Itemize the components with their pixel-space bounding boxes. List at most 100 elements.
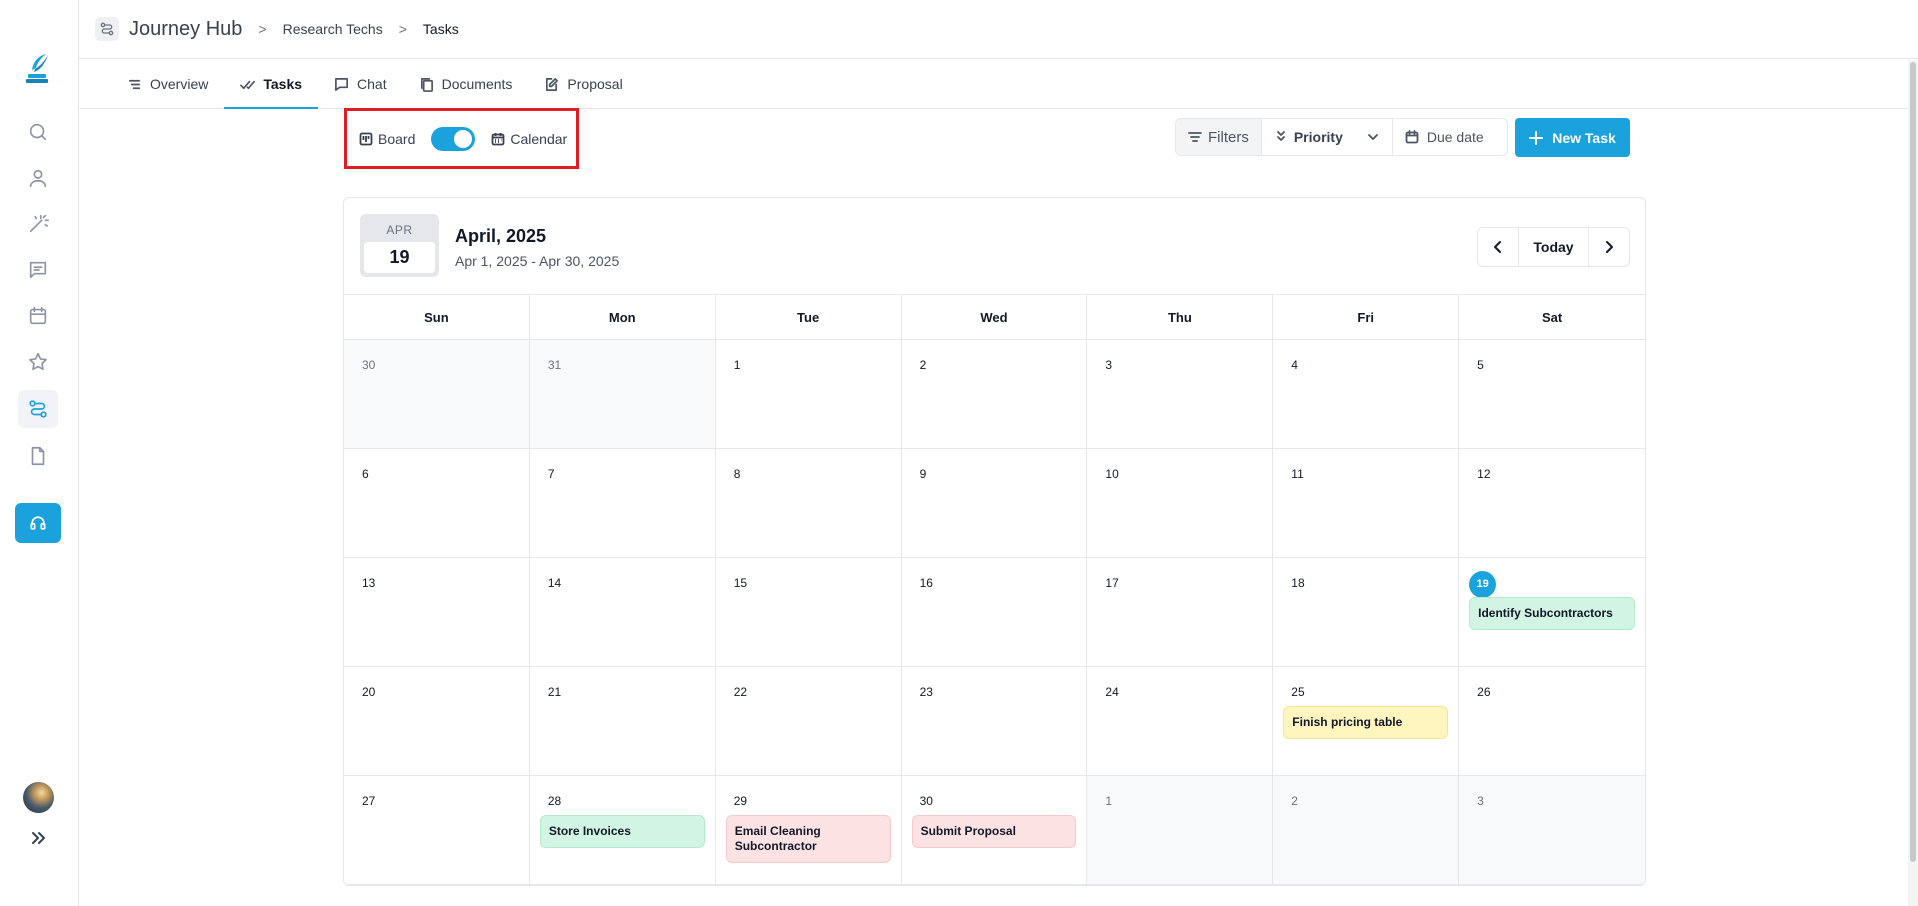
journey-icon[interactable] xyxy=(18,390,58,428)
calendar-day-cell[interactable]: 12 xyxy=(1459,449,1645,558)
day-number: 21 xyxy=(547,685,562,699)
today-day-number: 19 xyxy=(1469,571,1497,598)
task-event[interactable]: Finish pricing table xyxy=(1283,706,1449,739)
page-scrollbar[interactable] xyxy=(1908,60,1918,906)
scrollbar-thumb[interactable] xyxy=(1910,62,1916,862)
task-event[interactable]: Submit Proposal xyxy=(911,815,1077,848)
next-month-button[interactable] xyxy=(1589,228,1629,266)
day-number: 9 xyxy=(919,467,927,481)
calendar-day-cell[interactable]: 7 xyxy=(529,449,716,558)
calendar-day-cell[interactable]: 15 xyxy=(715,558,902,667)
calendar-day-cell[interactable]: 8 xyxy=(715,449,902,558)
calendar-day-cell[interactable]: 1 xyxy=(715,340,902,449)
calendar-day-cell[interactable]: 1 xyxy=(1087,776,1274,885)
expand-sidebar-icon[interactable] xyxy=(28,828,48,848)
calendar-day-cell[interactable]: 30 xyxy=(344,340,530,449)
tab-label: Proposal xyxy=(567,76,623,92)
tab-overview[interactable]: Overview xyxy=(111,60,224,108)
day-number: 1 xyxy=(733,358,741,372)
calendar-day-cell[interactable]: 23 xyxy=(901,667,1088,776)
calendar-day-cell[interactable]: 2 xyxy=(901,340,1088,449)
calendar-day-cell[interactable]: 10 xyxy=(1087,449,1274,558)
calendar-day-cell[interactable]: 26 xyxy=(1459,667,1645,776)
calendar-day-cell[interactable]: 13 xyxy=(344,558,530,667)
calendar-day-cell[interactable]: 5 xyxy=(1459,340,1645,449)
today-button[interactable]: Today xyxy=(1518,228,1589,266)
calendar-day-cell[interactable]: 24 xyxy=(1087,667,1274,776)
day-number: 14 xyxy=(547,576,562,590)
due-date-button[interactable]: Due date xyxy=(1393,119,1507,155)
calendar-day-cell[interactable]: 30 Submit Proposal xyxy=(901,776,1088,885)
month-range: Apr 1, 2025 - Apr 30, 2025 xyxy=(455,253,620,269)
day-number: 31 xyxy=(547,358,562,372)
calendar-day-cell[interactable]: 2 xyxy=(1273,776,1460,885)
task-event[interactable]: Store Invoices xyxy=(539,815,705,848)
quill-logo-icon[interactable] xyxy=(24,52,52,84)
calendar-day-cell[interactable]: 20 xyxy=(344,667,530,776)
tab-proposal[interactable]: Proposal xyxy=(528,60,638,108)
view-switch-toggle[interactable] xyxy=(431,126,476,151)
calendar-panel: APR 19 April, 2025 Apr 1, 2025 - Apr 30,… xyxy=(343,197,1646,886)
journey-hub-icon xyxy=(95,17,119,41)
calendar-icon[interactable] xyxy=(18,297,58,335)
day-number: 16 xyxy=(919,576,933,590)
avatar[interactable] xyxy=(23,782,54,813)
calendar-day-cell[interactable]: 3 xyxy=(1087,340,1274,449)
month-title: April, 2025 xyxy=(455,226,547,246)
calendar-day-cell[interactable]: 11 xyxy=(1273,449,1460,558)
chat-icon xyxy=(335,77,348,91)
calendar-day-cell[interactable]: 6 xyxy=(344,449,530,558)
search-icon[interactable] xyxy=(18,113,58,151)
star-icon[interactable] xyxy=(18,343,58,381)
priority-label: Priority xyxy=(1293,129,1343,145)
new-task-label: New Task xyxy=(1552,129,1616,146)
calendar-day-cell[interactable]: 9 xyxy=(901,449,1088,558)
filters-button[interactable]: Filters xyxy=(1176,119,1262,155)
day-number: 26 xyxy=(1477,685,1491,699)
support-headset-icon[interactable] xyxy=(15,503,61,543)
calendar-day-cell[interactable]: 22 xyxy=(715,667,902,776)
document-icon[interactable] xyxy=(18,437,58,475)
edit-icon xyxy=(546,77,559,91)
weekday-sun: Sun xyxy=(344,295,530,339)
user-icon[interactable] xyxy=(18,159,58,197)
calendar-day-cell[interactable]: 29 Email Cleaning Subcontractor xyxy=(715,776,902,885)
calendar-icon xyxy=(491,132,505,145)
filter-icon xyxy=(1188,132,1202,142)
badge-day: 19 xyxy=(364,242,435,273)
tab-chat[interactable]: Chat xyxy=(318,60,403,108)
task-event[interactable]: Email Cleaning Subcontractor xyxy=(725,815,891,863)
new-task-button[interactable]: New Task xyxy=(1515,118,1630,157)
task-event[interactable]: Identify Subcontractors xyxy=(1469,597,1635,630)
day-number: 18 xyxy=(1291,576,1305,590)
calendar-day-cell[interactable]: 25 Finish pricing table xyxy=(1273,667,1460,776)
tab-documents[interactable]: Documents xyxy=(403,60,529,108)
app-title[interactable]: Journey Hub xyxy=(129,18,242,41)
calendar-day-cell[interactable]: 28 Store Invoices xyxy=(529,776,716,885)
calendar-day-cell[interactable]: 14 xyxy=(529,558,716,667)
priority-dropdown[interactable]: Priority xyxy=(1262,119,1393,155)
calendar-day-cell[interactable]: 4 xyxy=(1273,340,1460,449)
weekday-mon: Mon xyxy=(530,295,716,339)
calendar-day-cell[interactable]: 3 xyxy=(1459,776,1645,885)
magic-wand-icon[interactable] xyxy=(18,205,58,243)
day-number: 8 xyxy=(733,467,741,481)
calendar-day-cell[interactable]: 27 xyxy=(344,776,530,885)
tab-label: Overview xyxy=(150,76,209,92)
tab-tasks[interactable]: Tasks xyxy=(224,60,318,109)
calendar-view-option[interactable]: Calendar xyxy=(491,131,567,147)
message-icon[interactable] xyxy=(18,251,58,289)
calendar-day-cell[interactable]: 19 Identify Subcontractors xyxy=(1459,558,1645,667)
calendar-day-cell[interactable]: 17 xyxy=(1087,558,1274,667)
previous-month-button[interactable] xyxy=(1478,228,1518,266)
calendar-day-cell[interactable]: 16 xyxy=(901,558,1088,667)
calendar-day-cell[interactable]: 21 xyxy=(529,667,716,776)
breadcrumb-research-techs[interactable]: Research Techs xyxy=(283,21,383,37)
day-number: 11 xyxy=(1291,467,1304,481)
calendar-day-cell[interactable]: 31 xyxy=(529,340,716,449)
calendar-day-cell[interactable]: 18 xyxy=(1273,558,1460,667)
day-number: 12 xyxy=(1477,467,1491,481)
board-view-option[interactable]: Board xyxy=(359,131,415,147)
day-number: 13 xyxy=(362,576,376,590)
day-number: 10 xyxy=(1105,467,1119,481)
